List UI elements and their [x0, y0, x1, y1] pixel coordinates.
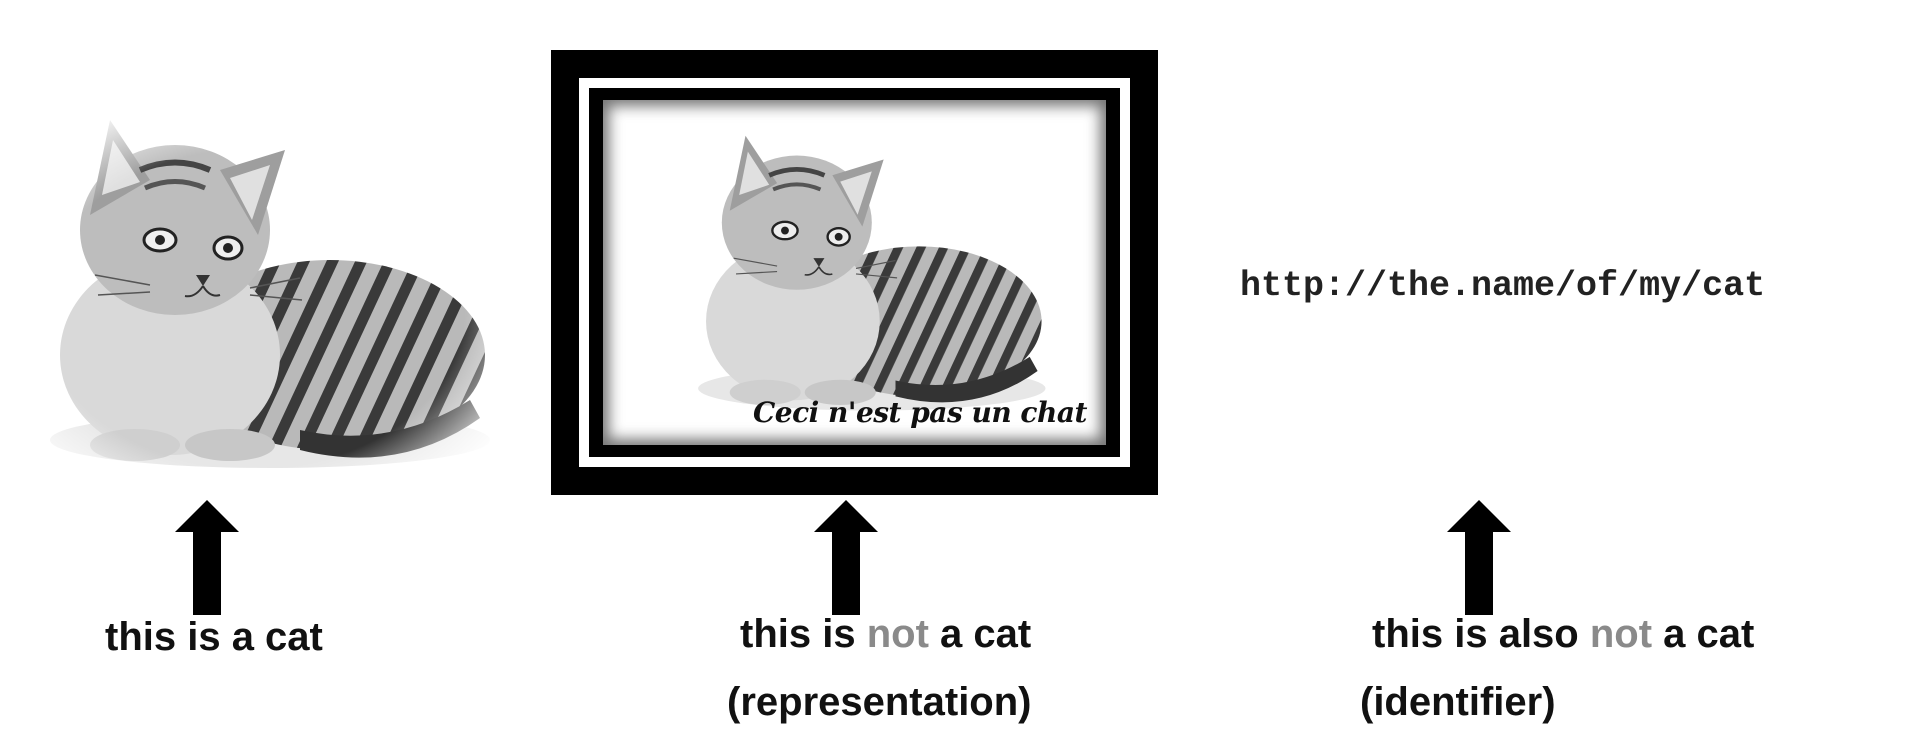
label-text: this is a cat — [105, 615, 323, 659]
picture-frame: Ceci n'est pas un chat — [551, 50, 1158, 495]
frame-caption: Ceci n'est pas un chat — [753, 396, 1087, 429]
sublabel-identifier: (identifier) — [1360, 680, 1556, 724]
label-not: not — [1589, 612, 1653, 656]
sublabel-representation: (representation) — [727, 680, 1032, 724]
up-arrow-icon — [814, 500, 878, 615]
label-prefix: this is also — [1372, 612, 1590, 656]
label-suffix: a cat — [928, 612, 1032, 656]
cat-uri: http://the.name/of/my/cat — [1240, 266, 1766, 306]
framed-cat-image — [698, 135, 1046, 411]
label-not: not — [866, 612, 929, 656]
label-prefix: this is — [740, 612, 867, 656]
label-representation: this is not a cat — [740, 612, 1031, 657]
cat-photo — [0, 100, 505, 480]
framed-cat-picture: Ceci n'est pas un chat — [603, 100, 1106, 445]
label-identifier: this is also not a cat — [1372, 612, 1754, 657]
label-cat: this is a cat — [105, 615, 323, 660]
up-arrow-icon — [175, 500, 239, 615]
label-suffix: a cat — [1652, 612, 1755, 656]
up-arrow-icon — [1447, 500, 1511, 615]
